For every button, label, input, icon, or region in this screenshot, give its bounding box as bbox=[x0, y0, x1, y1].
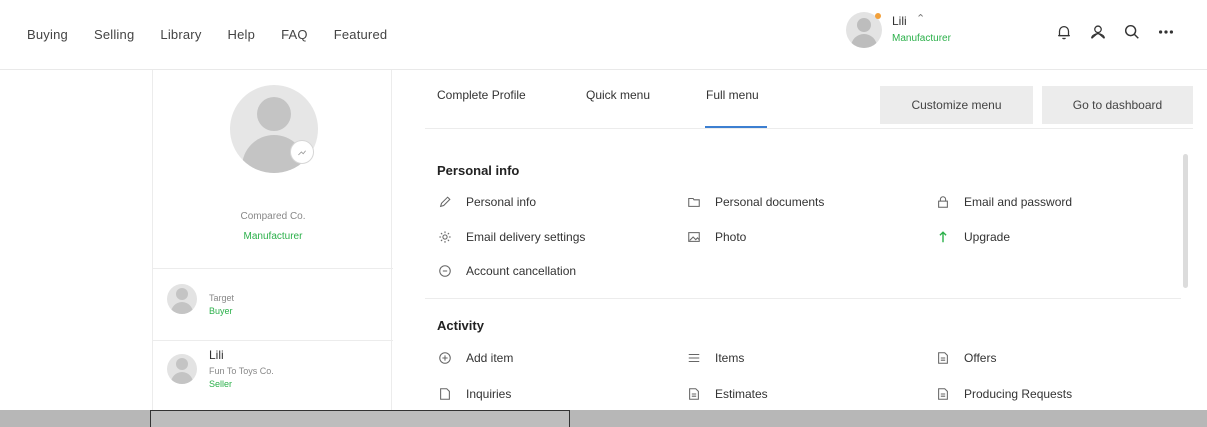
document-icon bbox=[935, 350, 951, 366]
cancel-icon bbox=[437, 263, 453, 279]
user-name: Lili bbox=[892, 14, 907, 28]
menu-item-email-delivery[interactable]: Email delivery settings bbox=[437, 229, 585, 245]
menu-item-upgrade[interactable]: Upgrade bbox=[935, 229, 1010, 245]
nav-selling[interactable]: Selling bbox=[94, 27, 134, 42]
account-role: Buyer bbox=[209, 306, 233, 316]
document-icon bbox=[935, 386, 951, 402]
account-role: Seller bbox=[209, 379, 233, 389]
menu-item-estimates[interactable]: Estimates bbox=[686, 386, 768, 402]
section-title-personal: Personal info bbox=[437, 163, 520, 178]
plus-circle-icon bbox=[437, 350, 453, 366]
tabs-divider bbox=[425, 128, 1193, 129]
customize-menu-button[interactable]: Customize menu bbox=[880, 86, 1033, 124]
menu-item-label: Photo bbox=[715, 230, 747, 244]
pencil-icon bbox=[437, 194, 453, 210]
menu-item-items[interactable]: Items bbox=[686, 350, 744, 366]
nav-library[interactable]: Library bbox=[160, 27, 201, 42]
menu-item-add-item[interactable]: Add item bbox=[437, 350, 513, 366]
user-role: Manufacturer bbox=[892, 33, 951, 44]
menu-item-email-password[interactable]: Email and password bbox=[935, 194, 1072, 210]
document-icon bbox=[686, 386, 702, 402]
list-icon bbox=[686, 350, 702, 366]
account-name: Lili bbox=[209, 348, 224, 362]
menu-item-account-cancellation[interactable]: Account cancellation bbox=[437, 263, 576, 279]
image-icon bbox=[686, 229, 702, 245]
nav-help[interactable]: Help bbox=[228, 27, 256, 42]
bottom-panel-outline bbox=[150, 410, 570, 427]
section-divider bbox=[425, 298, 1181, 299]
section-title-activity: Activity bbox=[437, 318, 484, 333]
user-menu[interactable]: Lili ⌃ Manufacturer bbox=[846, 10, 1006, 56]
menu-item-label: Inquiries bbox=[466, 387, 512, 401]
tab-full-menu[interactable]: Full menu bbox=[706, 88, 759, 102]
account-name: Target bbox=[209, 293, 235, 303]
scrollbar[interactable] bbox=[1183, 154, 1188, 288]
camera-icon[interactable] bbox=[290, 140, 314, 164]
nav-featured[interactable]: Featured bbox=[334, 27, 388, 42]
account-company: Fun To Toys Co. bbox=[209, 366, 274, 376]
menu-item-personal-info[interactable]: Personal info bbox=[437, 194, 536, 210]
divider bbox=[153, 268, 393, 269]
main-nav: Buying Selling Library Help FAQ Featured bbox=[27, 27, 387, 42]
lock-icon bbox=[935, 194, 951, 210]
tab-complete-profile[interactable]: Complete Profile bbox=[437, 88, 526, 102]
avatar bbox=[167, 284, 197, 314]
menu-item-label: Email and password bbox=[964, 195, 1073, 209]
bell-icon[interactable] bbox=[1054, 22, 1074, 42]
header-icons bbox=[1054, 22, 1176, 42]
company-role: Manufacturer bbox=[243, 231, 303, 242]
divider bbox=[153, 340, 393, 341]
nav-faq[interactable]: FAQ bbox=[281, 27, 308, 42]
search-icon[interactable] bbox=[1122, 22, 1142, 42]
menu-item-label: Personal documents bbox=[715, 195, 825, 209]
menu-item-label: Items bbox=[715, 351, 745, 365]
menu-item-inquiries[interactable]: Inquiries bbox=[437, 386, 511, 402]
menu-item-label: Account cancellation bbox=[466, 264, 577, 278]
menu-item-photo[interactable]: Photo bbox=[686, 229, 746, 245]
status-dot bbox=[875, 13, 881, 19]
menu-item-producing-requests[interactable]: Producing Requests bbox=[935, 386, 1072, 402]
menu-item-label: Producing Requests bbox=[964, 387, 1073, 401]
profile-sidebar: Compared Co. Manufacturer Target Buyer L… bbox=[152, 70, 393, 412]
company-name: Compared Co. bbox=[240, 211, 306, 222]
account-switch-item[interactable]: Target Buyer bbox=[153, 276, 393, 342]
account-switch-item[interactable]: Lili Fun To Toys Co. Seller bbox=[153, 346, 393, 412]
folder-icon bbox=[686, 194, 702, 210]
users-icon[interactable] bbox=[1088, 22, 1108, 42]
chevron-up-icon[interactable]: ⌃ bbox=[916, 12, 925, 25]
go-to-dashboard-button[interactable]: Go to dashboard bbox=[1042, 86, 1193, 124]
menu-item-label: Upgrade bbox=[964, 230, 1011, 244]
gear-icon bbox=[437, 229, 453, 245]
more-icon[interactable] bbox=[1156, 22, 1176, 42]
menu-item-label: Estimates bbox=[715, 387, 768, 401]
menu-item-label: Personal info bbox=[466, 195, 537, 209]
document-icon bbox=[437, 386, 453, 402]
menu-item-label: Email delivery settings bbox=[466, 230, 586, 244]
menu-item-personal-documents[interactable]: Personal documents bbox=[686, 194, 824, 210]
menu-item-offers[interactable]: Offers bbox=[935, 350, 996, 366]
top-navigation-bar: Buying Selling Library Help FAQ Featured… bbox=[0, 0, 1207, 70]
nav-buying[interactable]: Buying bbox=[27, 27, 68, 42]
arrow-up-icon bbox=[935, 229, 951, 245]
tab-quick-menu[interactable]: Quick menu bbox=[586, 88, 650, 102]
avatar bbox=[167, 354, 197, 384]
menu-item-label: Offers bbox=[964, 351, 997, 365]
menu-item-label: Add item bbox=[466, 351, 514, 365]
